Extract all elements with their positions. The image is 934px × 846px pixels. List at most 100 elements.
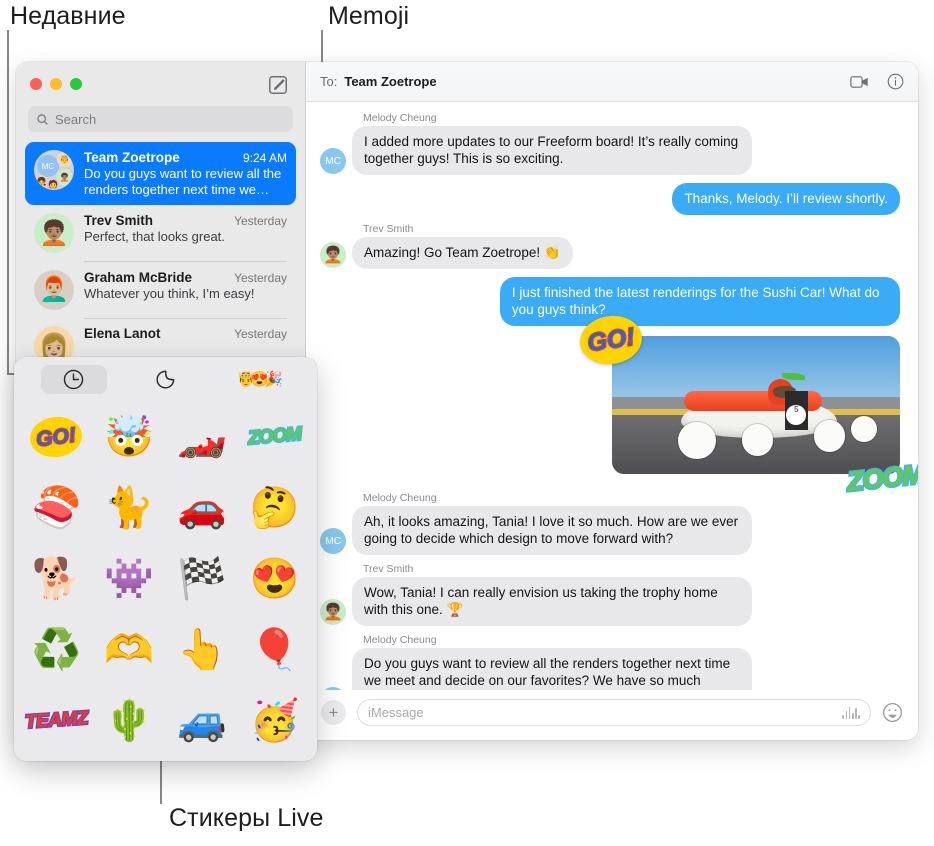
- search-placeholder: Search: [55, 111, 97, 127]
- conversation-preview: Perfect, that looks great.: [84, 229, 225, 244]
- message-bubble[interactable]: Wow, Tania! I can really envision us tak…: [352, 577, 753, 626]
- sticker-item-hot-air-balloon[interactable]: 🎈: [238, 614, 311, 685]
- car-wheel: [813, 420, 846, 452]
- sticker-item-party-horn-memoji[interactable]: 🥳: [238, 685, 311, 756]
- memoji-tab-glyph: 😍: [250, 371, 269, 388]
- conversation-pane: To: Team Zoetrope MC Melody Cheung I add…: [306, 62, 918, 740]
- callout-label-recents: Недавние: [10, 2, 126, 30]
- message-bubble[interactable]: Do you guys want to review all the rende…: [352, 648, 753, 690]
- sticker-item-recycle[interactable]: ♻️: [20, 614, 93, 685]
- car-wheel: [741, 424, 774, 456]
- photo-attachment[interactable]: 5 GO! ZOOM: [576, 311, 918, 498]
- imessage-placeholder: iMessage: [368, 704, 424, 720]
- message-thread[interactable]: MC Melody Cheung I added more updates to…: [306, 102, 918, 690]
- message-bubble[interactable]: Thanks, Melody. I’ll review shortly.: [672, 183, 900, 215]
- conversation-time: Yesterday: [234, 327, 287, 341]
- message-row: 🧑🏽‍🦱 Trev Smith Wow, Tania! I can really…: [320, 563, 900, 626]
- compose-icon[interactable]: [267, 74, 289, 96]
- conversation-name: Graham McBride: [84, 269, 193, 285]
- message-sender: Trev Smith: [363, 223, 414, 235]
- message-bubble[interactable]: Amazing! Go Team Zoetrope! 👏: [352, 237, 573, 269]
- smiley-icon[interactable]: [882, 702, 903, 723]
- chat-header: To: Team Zoetrope: [306, 62, 918, 102]
- avatar: 🧑🏽‍🦱: [34, 213, 74, 253]
- recipient-name[interactable]: Team Zoetrope: [344, 74, 436, 89]
- sticker-peel-icon: [156, 370, 175, 388]
- sticker-item-checkered-flag[interactable]: 🏁: [166, 543, 239, 614]
- sticker-item-foam-finger[interactable]: 👆: [166, 614, 239, 685]
- message-row: I just finished the latest renderings fo…: [320, 277, 900, 326]
- live-stickers-tab[interactable]: [132, 365, 198, 394]
- conversation-item-graham-mcbride[interactable]: 👨🏼‍🦰 Graham McBride Yesterday Whatever y…: [25, 262, 296, 318]
- sticker-item-heart-eyes-memoji[interactable]: 😍: [238, 543, 311, 614]
- group-avatar-member: 🤴: [57, 152, 72, 167]
- sticker-item-thinking-memoji[interactable]: 🤔: [238, 472, 311, 543]
- video-camera-icon[interactable]: [850, 75, 869, 89]
- sticker-item-race-car[interactable]: 🏎️: [166, 401, 239, 472]
- conversation-list: MC 🤴 🧑🏽‍🦱 👧 🧑 Team Zoetrope 9:24 AM Do y…: [16, 142, 305, 374]
- avatar: MC: [320, 148, 346, 174]
- group-avatar-member: 🧑: [47, 178, 59, 190]
- conversation-time: Yesterday: [234, 214, 287, 228]
- conversation-time: Yesterday: [234, 270, 287, 285]
- callout-line-recents-vertical: [7, 30, 9, 374]
- memoji-tab[interactable]: 🤴 😍 🎉: [224, 365, 290, 394]
- sticker-item-cactus[interactable]: 🌵: [93, 685, 166, 756]
- search-input[interactable]: Search: [28, 106, 293, 132]
- minimize-button[interactable]: [50, 78, 62, 90]
- message-bubble[interactable]: I added more updates to our Freeform boa…: [352, 126, 753, 175]
- recents-tab[interactable]: [40, 364, 107, 394]
- sticker-item-dog-sunglasses[interactable]: 🐕: [20, 543, 93, 614]
- avatar: MC: [320, 687, 346, 690]
- sticker-item-monster-teeth[interactable]: 👾: [93, 543, 166, 614]
- audio-waveform-icon[interactable]: [842, 706, 860, 719]
- zoom-button[interactable]: [70, 78, 82, 90]
- sticker-item-heart-hands-memoji[interactable]: 🫶: [93, 614, 166, 685]
- clock-icon: [64, 369, 84, 389]
- conversation-item-team-zoetrope[interactable]: MC 🤴 🧑🏽‍🦱 👧 🧑 Team Zoetrope 9:24 AM Do y…: [25, 142, 296, 205]
- conversation-preview: Whatever you think, I’m easy!: [84, 285, 255, 301]
- sticker-picker-tabs: 🤴 😍 🎉: [14, 357, 317, 401]
- message-sender: Melody Cheung: [363, 112, 437, 124]
- sticker-label: TEAMZ: [23, 707, 90, 735]
- sidebar-toolbar: [16, 62, 305, 106]
- group-avatar-member: 👧: [35, 175, 48, 188]
- search-container: Search: [16, 106, 305, 132]
- sticker-item-sushi[interactable]: 🍣: [20, 472, 93, 543]
- message-row: MC Melody Cheung Ah, it looks amazing, T…: [320, 492, 900, 555]
- conversation-name: Team Zoetrope: [84, 150, 180, 165]
- memoji-tab-glyph: 🤴: [236, 371, 256, 388]
- sticker-item-mind-blown-memoji[interactable]: 🤯: [93, 401, 166, 472]
- avatar: 🧑🏽‍🦱: [320, 242, 346, 268]
- car-wheel: [851, 416, 877, 442]
- message-row: MC Melody Cheung I added more updates to…: [320, 112, 900, 175]
- sticker-label: ZOOM: [246, 422, 303, 450]
- message-sender: Trev Smith: [363, 563, 414, 575]
- message-composer: + iMessage: [306, 690, 918, 740]
- sticker-label: GO!: [34, 422, 78, 452]
- imessage-input[interactable]: iMessage: [357, 698, 871, 726]
- sticker-item-flaming-car[interactable]: 🚗: [166, 472, 239, 543]
- message-row-attachment: 5 GO! ZOOM: [320, 311, 918, 498]
- search-icon: [37, 113, 48, 125]
- car-wheel: [678, 421, 716, 459]
- avatar: 👨🏼‍🦰: [34, 269, 74, 310]
- add-attachment-button[interactable]: +: [321, 699, 346, 725]
- message-sender: Melody Cheung: [363, 634, 437, 646]
- conversation-preview: Do you guys want to review all the rende…: [84, 166, 282, 197]
- sticker-picker-popover: 🤴 😍 🎉 GO! 🤯 🏎️ ZOOM 🍣 🐈 🚗 🤔 🐕 👾 🏁 😍 ♻️ 🫶…: [14, 357, 317, 761]
- sticker-item-go[interactable]: GO!: [20, 401, 93, 472]
- message-bubble[interactable]: I just finished the latest renderings fo…: [499, 277, 900, 326]
- conversation-item-trev-smith[interactable]: 🧑🏽‍🦱 Trev Smith Yesterday Perfect, that …: [25, 205, 296, 261]
- message-bubble[interactable]: Ah, it looks amazing, Tania! I love it s…: [352, 506, 753, 555]
- sticker-item-teamz[interactable]: TEAMZ: [20, 685, 93, 756]
- sticker-item-zoom[interactable]: ZOOM: [238, 401, 311, 472]
- sticker-item-blue-car[interactable]: 🚙: [166, 685, 239, 756]
- info-icon[interactable]: [887, 73, 904, 90]
- memoji-tab-glyph: 🎉: [263, 371, 283, 388]
- sticker-item-grumpy-cat[interactable]: 🐈: [93, 472, 166, 543]
- avatar: 🧑🏽‍🦱: [320, 599, 346, 625]
- close-button[interactable]: [30, 78, 42, 90]
- race-car-photo[interactable]: 5: [612, 336, 900, 474]
- conversation-name: Trev Smith: [84, 213, 154, 228]
